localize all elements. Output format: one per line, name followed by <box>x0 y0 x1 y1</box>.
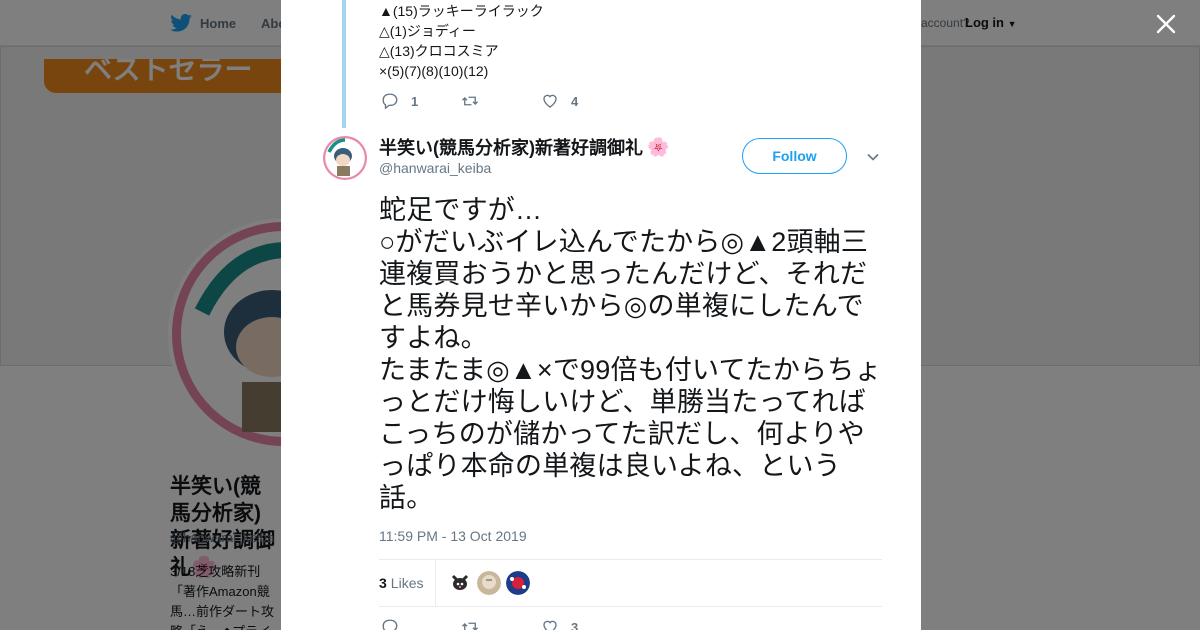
like-action[interactable]: 4 <box>541 92 621 110</box>
like-count: 4 <box>571 93 579 109</box>
tweet-actions: 3 <box>381 618 621 630</box>
retweet-action[interactable] <box>461 92 541 110</box>
author-name-text: 半笑い(競馬分析家)新著好調御礼 <box>379 138 643 158</box>
previous-tweet-actions: 1 4 <box>381 92 621 110</box>
author-name[interactable]: 半笑い(競馬分析家)新著好調御礼 🌸 <box>379 134 669 160</box>
likes-count: 3 <box>379 575 387 591</box>
tweet-stats: 3 Likes <box>379 559 882 607</box>
chevron-down-icon[interactable] <box>866 150 880 164</box>
tweet-modal: ▲(15)ラッキーライラック △(1)ジョディー △(13)クロコスミア ×(5… <box>281 0 921 630</box>
retweet-action[interactable] <box>461 618 541 630</box>
tweet-text: 蛇足ですが… ○がだいぶイレ込んでたから◎▲2頭軸三連複買おうかと思ったんだけど… <box>379 195 882 513</box>
cherry-blossom-icon: 🌸 <box>647 136 670 157</box>
heart-icon <box>543 620 557 630</box>
retweet-icon <box>462 96 478 106</box>
like-action[interactable]: 3 <box>541 618 621 630</box>
author-avatar-image <box>323 136 367 180</box>
retweet-icon <box>462 622 478 630</box>
like-count: 3 <box>571 619 579 630</box>
follow-button[interactable]: Follow <box>742 138 847 174</box>
liker-avatar-image <box>506 571 531 595</box>
reply-count: 1 <box>411 93 419 109</box>
likes-stat[interactable]: 3 Likes <box>379 559 437 607</box>
author-handle[interactable]: @hanwarai_keiba <box>379 160 491 176</box>
reply-action[interactable]: 1 <box>381 92 461 110</box>
prev-line: △(1)ジョディー <box>379 23 476 39</box>
prev-line: △(13)クロコスミア <box>379 43 499 59</box>
prev-line: ×(5)(7)(8)(10)(12) <box>379 63 489 79</box>
previous-tweet-text: ▲(15)ラッキーライラック △(1)ジョディー △(13)クロコスミア ×(5… <box>379 1 544 81</box>
liker-avatar-image <box>448 571 473 595</box>
reply-icon <box>382 93 398 110</box>
reply-action[interactable] <box>381 618 461 630</box>
heart-icon <box>543 94 557 108</box>
tweet-timestamp[interactable]: 11:59 PM - 13 Oct 2019 <box>379 528 527 544</box>
liker-avatar[interactable] <box>506 571 531 595</box>
likes-label: Likes <box>390 575 424 591</box>
reply-icon <box>382 619 398 630</box>
liker-avatar[interactable] <box>448 571 473 595</box>
liker-avatar[interactable] <box>477 571 502 595</box>
author-avatar[interactable] <box>323 136 367 180</box>
prev-line: ▲(15)ラッキーライラック <box>379 3 544 19</box>
close-icon[interactable] <box>1154 12 1178 36</box>
liker-avatars <box>436 571 531 595</box>
liker-avatar-image <box>477 571 502 595</box>
thread-connector-line <box>342 0 346 128</box>
